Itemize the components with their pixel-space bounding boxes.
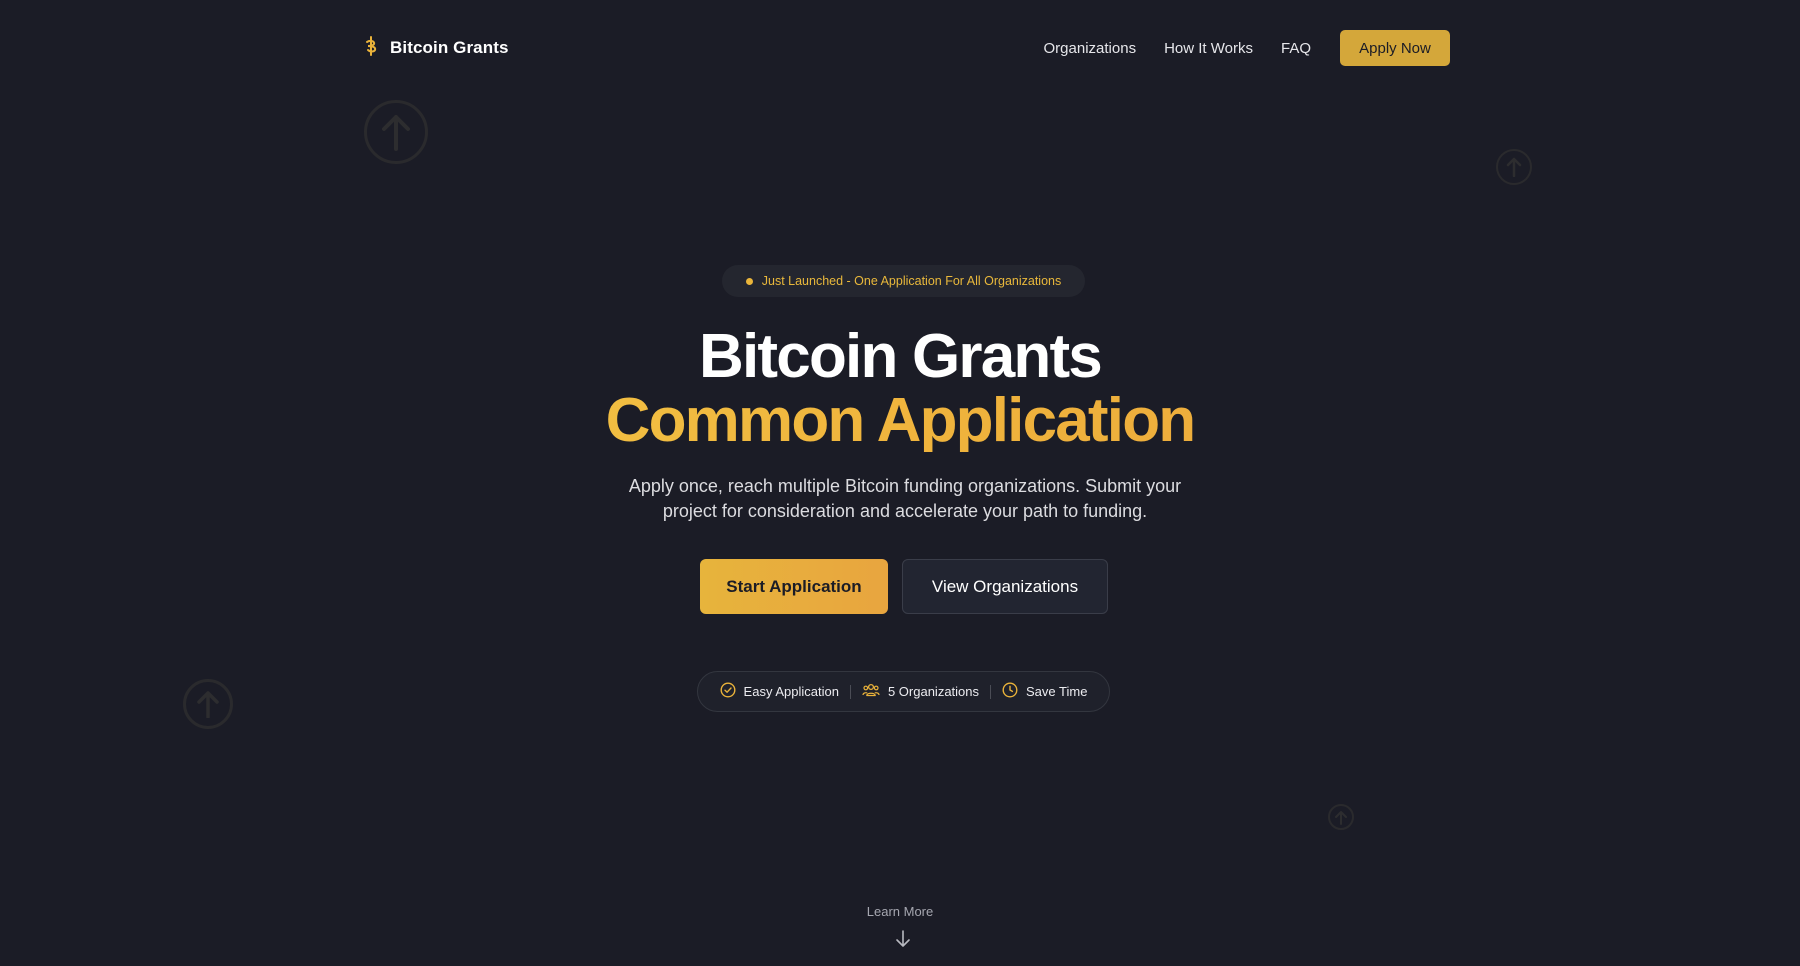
feature-label: Save Time <box>1026 684 1088 699</box>
hero-subtitle: Apply once, reach multiple Bitcoin fundi… <box>628 476 1182 521</box>
brand[interactable]: Bitcoin Grants <box>364 35 509 62</box>
feature-easy-application: Easy Application <box>720 682 839 701</box>
brand-name: Bitcoin Grants <box>390 38 509 57</box>
divider <box>990 684 992 699</box>
users-icon <box>862 682 880 701</box>
launch-badge: Just Launched - One Application For All … <box>722 265 1085 297</box>
hero-title-line2: Common Application <box>0 390 1800 452</box>
start-application-button[interactable]: Start Application <box>700 559 888 614</box>
decorative-arrow-up-icon <box>1496 149 1532 185</box>
feature-organizations: 5 Organizations <box>862 682 979 701</box>
nav-links: Organizations How It Works FAQ Apply Now <box>1044 30 1450 66</box>
badge-text: Just Launched - One Application For All … <box>761 274 1062 288</box>
feature-label: 5 Organizations <box>887 684 980 699</box>
divider <box>849 684 851 699</box>
bitcoin-icon <box>364 35 378 62</box>
apply-now-button[interactable]: Apply Now <box>1340 30 1450 66</box>
decorative-arrow-up-icon <box>364 100 428 164</box>
check-circle-icon <box>720 682 736 701</box>
feature-save-time: Save Time <box>1002 682 1087 701</box>
nav-link-organizations[interactable]: Organizations <box>1044 40 1137 57</box>
features-bar: Easy Application 5 Organizations Save Ti… <box>697 671 1110 712</box>
hero-title-line1: Bitcoin Grants <box>699 322 1103 391</box>
arrow-down-icon[interactable] <box>894 929 912 954</box>
clock-icon <box>1002 682 1018 701</box>
nav-link-how-it-works[interactable]: How It Works <box>1164 40 1253 57</box>
learn-more-label[interactable]: Learn More <box>0 904 1800 919</box>
decorative-arrow-up-icon <box>1328 804 1354 830</box>
nav-link-faq[interactable]: FAQ <box>1281 40 1311 57</box>
view-organizations-button[interactable]: View Organizations <box>902 559 1108 614</box>
feature-label: Easy Application <box>743 684 839 699</box>
landing-page: Bitcoin Grants Organizations How It Work… <box>0 0 1800 966</box>
status-dot <box>745 277 753 285</box>
decorative-arrow-up-icon <box>183 679 233 729</box>
top-nav: Bitcoin Grants Organizations How It Work… <box>364 30 1450 66</box>
